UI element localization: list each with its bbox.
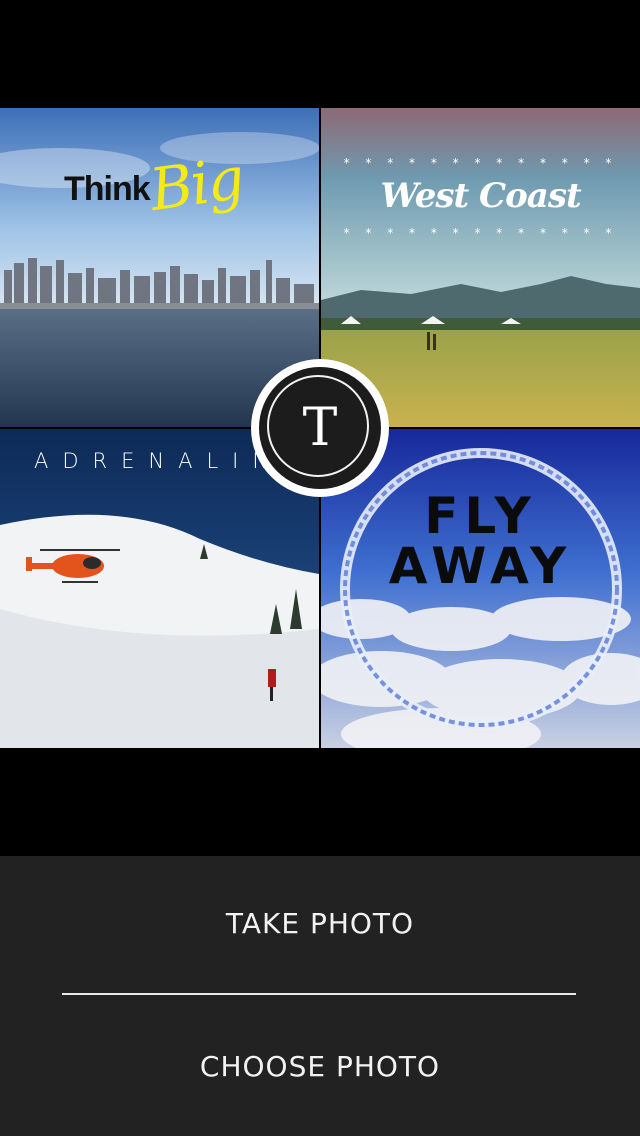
think-text: Think [64,170,151,208]
take-photo-button[interactable]: TAKE PHOTO [0,902,640,946]
adrenalin-text: ADRENALIN [34,449,283,473]
logo-inner-circle: T [259,367,381,489]
choose-photo-button[interactable]: CHOOSE PHOTO [0,1045,640,1089]
stars-decoration-bottom: * * * * * * * * * * * * * [343,226,618,240]
photo-source-panel: TAKE PHOTO CHOOSE PHOTO [0,856,640,1136]
stars-decoration-top: * * * * * * * * * * * * * [343,156,618,170]
big-text: Big [145,143,247,225]
logo-letter: T [302,398,338,458]
west-coast-text: West Coast [380,176,581,216]
typography-logo-icon: T [251,359,389,497]
away-text: AWAY [388,537,573,595]
divider [62,993,576,995]
